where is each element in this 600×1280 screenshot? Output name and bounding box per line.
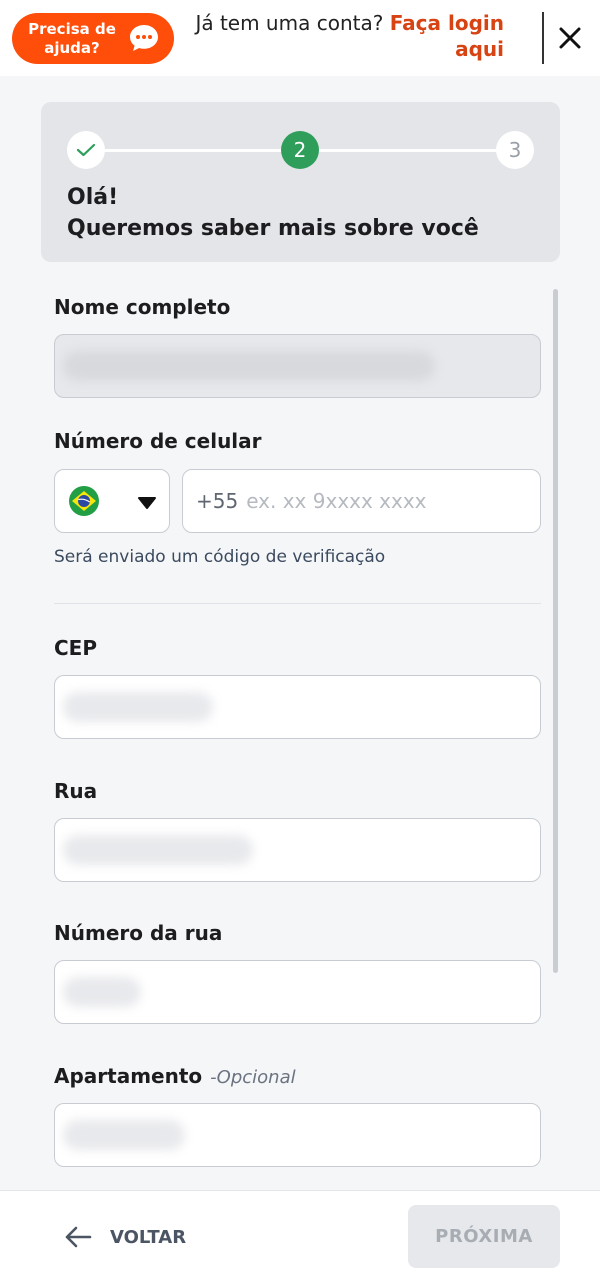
- apartment-label-text: Apartamento: [54, 1064, 203, 1088]
- next-button[interactable]: PRÓXIMA: [408, 1205, 560, 1268]
- cep-value-redacted: [63, 692, 213, 722]
- check-icon: [76, 143, 96, 157]
- street-value-redacted: [63, 835, 253, 865]
- step-2-current: 2: [281, 131, 319, 169]
- scrollbar[interactable]: [553, 289, 558, 973]
- step-title: Olá! Queremos saber mais sobre você: [67, 182, 479, 244]
- progress-card: 2 3 Olá! Queremos saber mais sobre você: [41, 102, 560, 262]
- help-button[interactable]: Precisa de ajuda?: [12, 13, 174, 64]
- help-button-label: Precisa de ajuda?: [28, 19, 116, 57]
- phone-country-prefix: +55: [196, 489, 239, 513]
- header-divider: [542, 12, 544, 64]
- chat-bubble-icon: [130, 25, 158, 51]
- country-code-select[interactable]: [54, 469, 170, 533]
- login-link[interactable]: Faça login aqui: [390, 11, 504, 61]
- full-name-value-redacted: [63, 351, 435, 381]
- close-icon[interactable]: [556, 24, 584, 52]
- back-button-label: VOLTAR: [110, 1226, 187, 1248]
- step-3-upcoming: 3: [496, 131, 534, 169]
- login-prompt: Já tem uma conta? Faça login aqui: [174, 10, 504, 62]
- optional-tag: -Opcional: [210, 1067, 296, 1088]
- chevron-down-icon: [138, 497, 156, 509]
- arrow-left-icon: [65, 1226, 92, 1248]
- apartment-value-redacted: [63, 1120, 185, 1150]
- step-1-completed: [67, 131, 105, 169]
- phone-placeholder: ex. xx 9xxxx xxxx: [246, 489, 427, 513]
- cep-input[interactable]: [54, 675, 541, 739]
- section-divider: [54, 603, 541, 604]
- brazil-flag-icon: [69, 486, 99, 516]
- full-name-input[interactable]: [54, 334, 541, 398]
- cep-label: CEP: [54, 636, 97, 660]
- apartment-label: Apartamento -Opcional: [54, 1064, 296, 1088]
- login-question: Já tem uma conta?: [195, 11, 384, 35]
- phone-hint: Será enviado um código de verificação: [54, 547, 386, 567]
- phone-input[interactable]: +55 ex. xx 9xxxx xxxx: [182, 469, 541, 533]
- street-number-input[interactable]: [54, 960, 541, 1024]
- step-subtitle: Queremos saber mais sobre você: [67, 216, 479, 241]
- street-number-label: Número da rua: [54, 921, 223, 945]
- top-bar: Precisa de ajuda? Já tem uma conta? Faça…: [0, 0, 600, 76]
- footer-nav: VOLTAR PRÓXIMA: [0, 1190, 600, 1280]
- phone-label: Número de celular: [54, 429, 262, 453]
- step-greeting: Olá!: [67, 185, 119, 210]
- apartment-input[interactable]: [54, 1103, 541, 1167]
- back-button[interactable]: VOLTAR: [64, 1215, 186, 1259]
- street-label: Rua: [54, 779, 98, 803]
- street-number-value-redacted: [63, 977, 141, 1007]
- street-input[interactable]: [54, 818, 541, 882]
- full-name-label: Nome completo: [54, 295, 231, 319]
